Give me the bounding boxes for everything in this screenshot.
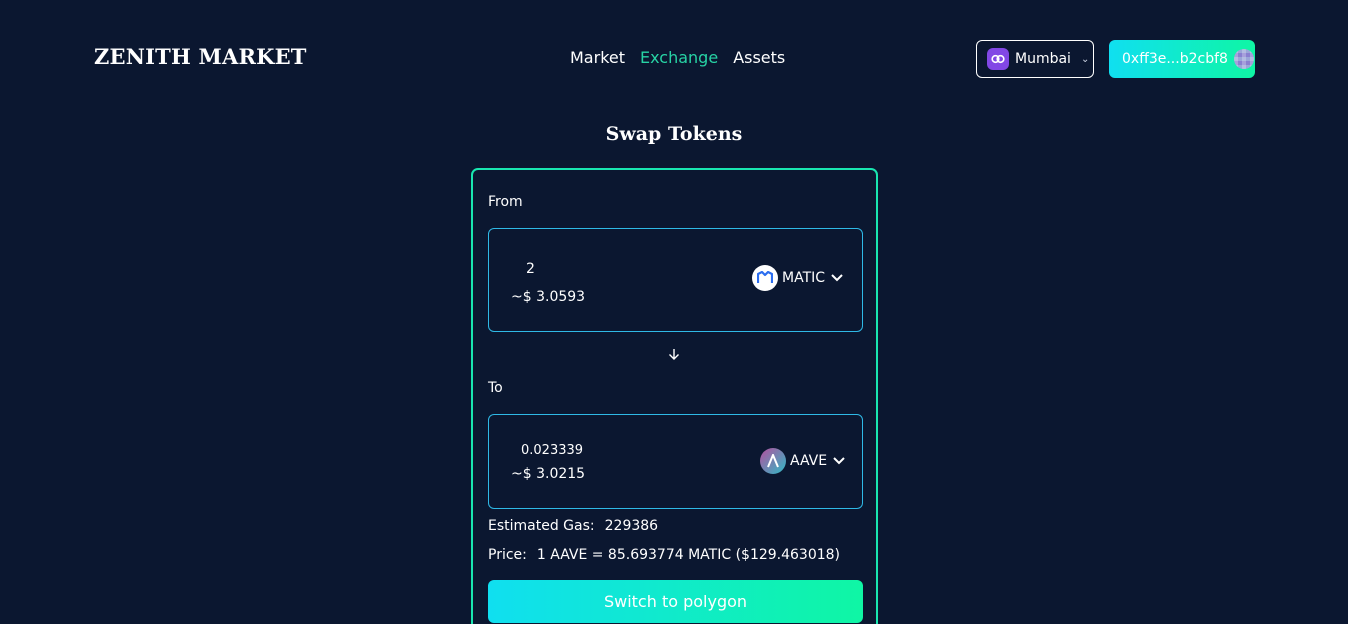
from-label: From	[488, 194, 523, 210]
from-token-label: MATIC	[782, 270, 826, 286]
swap-card: From 2 ~$ 3.0593 MATIC To 0.023339 ~$ 3.…	[471, 168, 878, 624]
matic-icon	[752, 265, 778, 291]
wallet-button[interactable]: 0xff3e...b2cbf8	[1109, 40, 1255, 78]
nav-market[interactable]: Market	[570, 48, 625, 67]
switch-network-button[interactable]: Switch to polygon	[488, 580, 863, 623]
main-nav: Market Exchange Assets	[570, 48, 785, 67]
to-amount-output: 0.023339	[521, 443, 584, 458]
to-token-selector[interactable]: AAVE	[760, 448, 845, 474]
gas-value: 229386	[604, 518, 659, 534]
from-amount-input[interactable]: 2	[526, 261, 535, 277]
from-token-selector[interactable]: MATIC	[752, 265, 843, 291]
estimated-gas: Estimated Gas: 229386	[488, 518, 658, 534]
price-label: Price:	[488, 547, 527, 563]
chevron-down-icon	[831, 271, 843, 285]
from-usd-value: ~$ 3.0593	[511, 289, 586, 305]
to-usd-value: ~$ 3.0215	[511, 466, 586, 482]
to-token-label: AAVE	[790, 453, 828, 469]
chevron-down-icon: ⌄	[1080, 53, 1090, 65]
to-label: To	[488, 380, 503, 396]
avatar	[1233, 49, 1254, 69]
brand-logo[interactable]: ZENITH MARKET	[94, 44, 307, 69]
chevron-down-icon	[833, 454, 845, 468]
price-info: Price: 1 AAVE = 85.693774 MATIC ($129.463…	[488, 547, 840, 563]
nav-exchange[interactable]: Exchange	[640, 48, 718, 67]
page-title: Swap Tokens	[605, 123, 743, 145]
network-label: Mumbai	[1015, 51, 1071, 67]
gas-label: Estimated Gas:	[488, 518, 595, 534]
wallet-address: 0xff3e...b2cbf8	[1122, 51, 1228, 67]
to-token-box: 0.023339 ~$ 3.0215 AAVE	[488, 414, 863, 509]
aave-icon	[760, 448, 786, 474]
swap-direction-icon[interactable]	[668, 348, 680, 364]
price-value: 1 AAVE = 85.693774 MATIC ($129.463018)	[536, 547, 841, 563]
from-token-box: 2 ~$ 3.0593 MATIC	[488, 228, 863, 332]
network-selector[interactable]: Mumbai ⌄	[976, 40, 1094, 78]
polygon-icon	[987, 48, 1009, 70]
nav-assets[interactable]: Assets	[733, 48, 785, 67]
